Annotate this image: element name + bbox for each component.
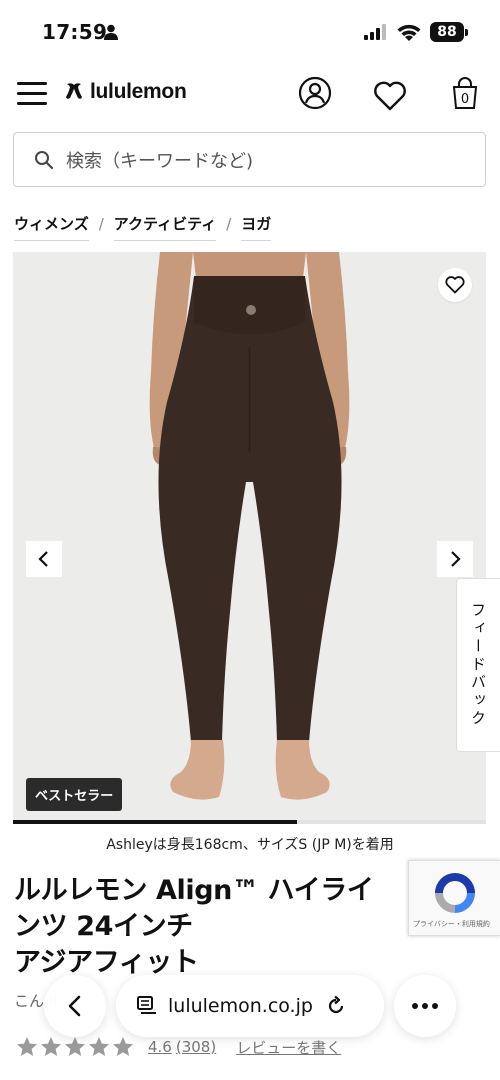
- heart-icon: [445, 276, 465, 294]
- feedback-tab[interactable]: フィードバック: [456, 578, 500, 752]
- breadcrumb: ウィメンズ / アクティビティ / ヨガ: [14, 213, 272, 241]
- rating-score[interactable]: 4.6: [148, 1038, 172, 1056]
- star-icon: [65, 1037, 85, 1056]
- search-placeholder: 検索（キーワードなど): [66, 150, 254, 172]
- hamburger-menu-icon[interactable]: [17, 82, 47, 106]
- write-review-link[interactable]: レビューを書く: [236, 1037, 341, 1058]
- shopping-bag-icon[interactable]: 0: [448, 76, 482, 110]
- wifi-icon: [397, 24, 421, 41]
- product-title: ルルレモン Align™ ハイライ ンツ 24インチ アジアフィット: [14, 873, 414, 981]
- reload-icon[interactable]: [325, 995, 347, 1017]
- star-icon: [41, 1037, 61, 1056]
- bag-count: 0: [461, 92, 469, 107]
- person-icon: [104, 24, 118, 40]
- product-title-line: ルルレモン Align™ ハイライ: [14, 875, 374, 906]
- battery-indicator: 88: [430, 22, 468, 42]
- account-icon[interactable]: [298, 76, 332, 110]
- lululemon-logo[interactable]: lululemon: [64, 78, 187, 106]
- lululemon-logo-mark-icon: [66, 83, 82, 99]
- recaptcha-icon: [435, 873, 475, 913]
- gallery-progress-fill: [13, 820, 297, 824]
- recaptcha-badge[interactable]: プライバシー・利用規約: [408, 860, 500, 936]
- logo-wordmark: lululemon: [90, 80, 187, 103]
- star-icon: [89, 1037, 109, 1056]
- star-icon: [17, 1037, 37, 1056]
- product-rating: 4.6 (308) レビューを書く: [14, 1034, 341, 1060]
- chevron-left-icon: [68, 995, 81, 1017]
- model-size-caption: Ashleyは身長168cm、サイズS (JP M)を着用: [106, 837, 394, 853]
- gallery-next-button[interactable]: [437, 541, 473, 577]
- breadcrumb-yoga[interactable]: ヨガ: [241, 213, 272, 241]
- browser-more-button[interactable]: [394, 975, 456, 1037]
- bestseller-badge: ベストセラー: [26, 778, 123, 811]
- product-photo: [149, 252, 350, 800]
- star-icon: [113, 1037, 133, 1056]
- product-title-line: ンツ 24インチ: [14, 911, 193, 942]
- product-image-gallery[interactable]: ベストセラー: [13, 252, 486, 820]
- gallery-prev-button[interactable]: [26, 541, 62, 577]
- breadcrumb-womens[interactable]: ウィメンズ: [14, 213, 89, 241]
- wishlist-heart-icon[interactable]: [373, 79, 407, 113]
- browser-address-bar[interactable]: lululemon.co.jp: [116, 975, 384, 1037]
- recaptcha-privacy-terms[interactable]: プライバシー・利用規約: [413, 919, 490, 929]
- chevron-left-icon: [38, 551, 48, 567]
- gallery-progress-bar: [13, 820, 486, 824]
- page-menu-icon[interactable]: [136, 995, 158, 1017]
- search-icon: [35, 150, 54, 169]
- rating-count[interactable]: (308): [176, 1038, 216, 1056]
- breadcrumb-separator: /: [226, 215, 232, 233]
- star-rating: [14, 1035, 134, 1059]
- wishlist-toggle-button[interactable]: [438, 268, 472, 302]
- browser-back-button[interactable]: [44, 975, 106, 1037]
- cellular-signal-icon: [364, 24, 386, 40]
- chevron-right-icon: [451, 551, 461, 567]
- breadcrumb-separator: /: [98, 215, 104, 233]
- breadcrumb-activity[interactable]: アクティビティ: [113, 213, 217, 241]
- feedback-label: フィードバック: [469, 602, 487, 728]
- search-input[interactable]: 検索（キーワードなど): [13, 132, 486, 187]
- status-bar: 17:59 88: [0, 0, 500, 62]
- site-header: lululemon 0: [0, 62, 500, 122]
- status-time: 17:59: [42, 20, 108, 44]
- browser-url: lululemon.co.jp: [168, 995, 313, 1017]
- more-dots-icon: [412, 1003, 438, 1009]
